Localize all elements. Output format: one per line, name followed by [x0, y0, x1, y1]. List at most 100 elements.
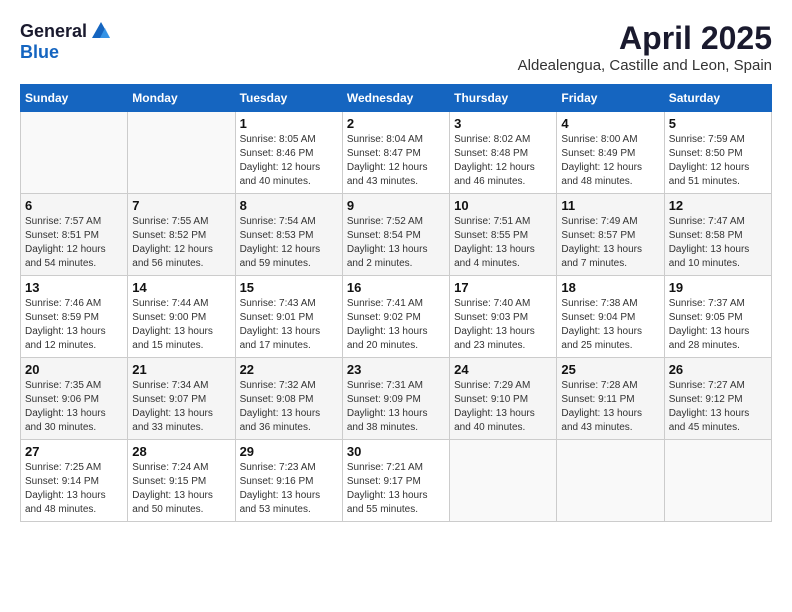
daylight-hours: Daylight: 13 hours and 4 minutes. [454, 244, 535, 269]
calendar-day-cell: 20Sunrise: 7:35 AMSunset: 9:06 PMDayligh… [21, 358, 128, 440]
day-number: 9 [347, 198, 445, 213]
weekday-header: Thursday [450, 85, 557, 112]
daylight-hours: Daylight: 13 hours and 43 minutes. [561, 408, 642, 433]
calendar-day-cell [21, 112, 128, 194]
calendar-day-cell: 6Sunrise: 7:57 AMSunset: 8:51 PMDaylight… [21, 194, 128, 276]
calendar-day-cell: 8Sunrise: 7:54 AMSunset: 8:53 PMDaylight… [235, 194, 342, 276]
day-info-line: Sunrise: 7:29 AM [454, 380, 530, 391]
calendar-day-cell: 13Sunrise: 7:46 AMSunset: 8:59 PMDayligh… [21, 276, 128, 358]
day-info-line: Sunrise: 8:05 AM [240, 134, 316, 145]
day-info-line: Sunrise: 7:35 AM [25, 380, 101, 391]
day-info-line: Sunrise: 7:44 AM [132, 298, 208, 309]
daylight-hours: Daylight: 12 hours and 46 minutes. [454, 162, 535, 187]
day-number: 12 [669, 198, 767, 213]
day-info-line: Sunrise: 7:37 AM [669, 298, 745, 309]
day-info-line: Sunrise: 7:47 AM [669, 216, 745, 227]
day-detail: Sunrise: 7:54 AMSunset: 8:53 PMDaylight:… [240, 215, 338, 271]
day-info-line: Sunrise: 7:54 AM [240, 216, 316, 227]
day-detail: Sunrise: 7:40 AMSunset: 9:03 PMDaylight:… [454, 297, 552, 353]
day-number: 21 [132, 362, 230, 377]
day-number: 10 [454, 198, 552, 213]
calendar-day-cell: 2Sunrise: 8:04 AMSunset: 8:47 PMDaylight… [342, 112, 449, 194]
day-info-line: Sunset: 9:15 PM [132, 476, 206, 487]
day-info-line: Sunrise: 7:23 AM [240, 462, 316, 473]
page-header: General Blue April 2025 Aldealengua, Cas… [20, 20, 772, 74]
daylight-hours: Daylight: 13 hours and 17 minutes. [240, 326, 321, 351]
day-number: 23 [347, 362, 445, 377]
day-info-line: Sunrise: 7:49 AM [561, 216, 637, 227]
daylight-hours: Daylight: 13 hours and 48 minutes. [25, 490, 106, 515]
day-number: 3 [454, 116, 552, 131]
day-info-line: Sunset: 8:53 PM [240, 230, 314, 241]
daylight-hours: Daylight: 13 hours and 28 minutes. [669, 326, 750, 351]
day-detail: Sunrise: 7:28 AMSunset: 9:11 PMDaylight:… [561, 379, 659, 435]
daylight-hours: Daylight: 12 hours and 48 minutes. [561, 162, 642, 187]
day-info-line: Sunset: 9:02 PM [347, 312, 421, 323]
day-info-line: Sunrise: 7:38 AM [561, 298, 637, 309]
day-info-line: Sunset: 9:09 PM [347, 394, 421, 405]
day-info-line: Sunrise: 7:59 AM [669, 134, 745, 145]
day-number: 28 [132, 444, 230, 459]
daylight-hours: Daylight: 13 hours and 7 minutes. [561, 244, 642, 269]
calendar-day-cell: 9Sunrise: 7:52 AMSunset: 8:54 PMDaylight… [342, 194, 449, 276]
daylight-hours: Daylight: 13 hours and 20 minutes. [347, 326, 428, 351]
day-detail: Sunrise: 7:21 AM Sunset: 9:17 PM Daylight:… [347, 461, 445, 517]
day-info-line: Sunrise: 7:43 AM [240, 298, 316, 309]
day-detail: Sunrise: 7:51 AMSunset: 8:55 PMDaylight:… [454, 215, 552, 271]
day-info-line: Sunset: 9:05 PM [669, 312, 743, 323]
calendar-day-cell: 3 Sunrise: 8:02 AMSunset: 8:48 PMDaylight… [450, 112, 557, 194]
calendar-week-row: 27Sunrise: 7:25 AMSunset: 9:14 PMDayligh… [21, 440, 772, 522]
day-info-line: Sunset: 8:54 PM [347, 230, 421, 241]
weekday-header: Sunday [21, 85, 128, 112]
day-number: 25 [561, 362, 659, 377]
day-number: 24 [454, 362, 552, 377]
day-info-line: Sunrise: 7:57 AM [25, 216, 101, 227]
day-info-line: Sunset: 9:03 PM [454, 312, 528, 323]
calendar-day-cell: 14Sunrise: 7:44 AMSunset: 9:00 PMDayligh… [128, 276, 235, 358]
day-info-line: Sunset: 9:10 PM [454, 394, 528, 405]
day-detail: Sunrise: 7:23 AMSunset: 9:16 PMDaylight:… [240, 461, 338, 517]
day-number: 1 [240, 116, 338, 131]
calendar-day-cell: 21 Sunrise: 7:34 AMSunset: 9:07 PMDayligh… [128, 358, 235, 440]
daylight-hours: Daylight: 12 hours and 43 minutes. [347, 162, 428, 187]
calendar-day-cell [557, 440, 664, 522]
daylight-hours: Daylight: 13 hours and 45 minutes. [669, 408, 750, 433]
day-info-line: Sunset: 9:17 PM [347, 476, 421, 487]
daylight-hours: Daylight: 13 hours and 33 minutes. [132, 408, 213, 433]
day-info-line: Sunrise: 7:32 AM [240, 380, 316, 391]
calendar-day-cell [128, 112, 235, 194]
calendar-day-cell: 28Sunrise: 7:24 AMSunset: 9:15 PMDayligh… [128, 440, 235, 522]
day-info-line: Sunrise: 7:55 AM [132, 216, 208, 227]
calendar-day-cell: 29Sunrise: 7:23 AMSunset: 9:16 PMDayligh… [235, 440, 342, 522]
day-detail: Sunrise: 7:29 AMSunset: 9:10 PMDaylight:… [454, 379, 552, 435]
day-detail: Sunrise: 7:41 AMSunset: 9:02 PMDaylight:… [347, 297, 445, 353]
day-detail: Sunrise: 8:04 AMSunset: 8:47 PMDaylight:… [347, 133, 445, 189]
daylight-hours: Daylight: 13 hours and 23 minutes. [454, 326, 535, 351]
day-info-line: Sunrise: 7:28 AM [561, 380, 637, 391]
day-number: 4 [561, 116, 659, 131]
day-detail: Sunrise: 7:43 AMSunset: 9:01 PMDaylight:… [240, 297, 338, 353]
day-detail: Sunrise: 7:38 AMSunset: 9:04 PMDaylight:… [561, 297, 659, 353]
daylight-hours: Daylight: 13 hours and 55 minutes. [347, 490, 428, 515]
calendar-day-cell: 15Sunrise: 7:43 AMSunset: 9:01 PMDayligh… [235, 276, 342, 358]
day-number: 22 [240, 362, 338, 377]
calendar-day-cell: 12 Sunrise: 7:47 AMSunset: 8:58 PMDayligh… [664, 194, 771, 276]
day-detail: Sunrise: 8:00 AMSunset: 8:49 PMDaylight:… [561, 133, 659, 189]
calendar-day-cell [450, 440, 557, 522]
day-info-line: Sunrise: 7:21 AM [347, 462, 423, 473]
daylight-hours: Daylight: 13 hours and 50 minutes. [132, 490, 213, 515]
day-detail: Sunrise: 7:35 AMSunset: 9:06 PMDaylight:… [25, 379, 123, 435]
weekday-header: Friday [557, 85, 664, 112]
calendar-day-cell: 18Sunrise: 7:38 AMSunset: 9:04 PMDayligh… [557, 276, 664, 358]
calendar-day-cell: 4 Sunrise: 8:00 AMSunset: 8:49 PMDaylight… [557, 112, 664, 194]
calendar-day-cell: 30Sunrise: 7:21 AMSunset: 9:17 PMDayligh… [342, 440, 449, 522]
day-detail: Sunrise: 7:49 AM Sunset: 8:57 PM Daylight:… [561, 215, 659, 271]
day-info-line: Sunset: 8:50 PM [669, 148, 743, 159]
day-number: 26 [669, 362, 767, 377]
day-detail: Sunrise: 7:34 AMSunset: 9:07 PMDaylight:… [132, 379, 230, 435]
day-detail: Sunrise: 8:02 AMSunset: 8:48 PMDaylight:… [454, 133, 552, 189]
day-info-line: Sunset: 8:57 PM [561, 230, 635, 241]
day-detail: Sunrise: 7:47 AMSunset: 8:58 PMDaylight:… [669, 215, 767, 271]
calendar-day-cell: 27Sunrise: 7:25 AMSunset: 9:14 PMDayligh… [21, 440, 128, 522]
day-info-line: Sunrise: 7:52 AM [347, 216, 423, 227]
